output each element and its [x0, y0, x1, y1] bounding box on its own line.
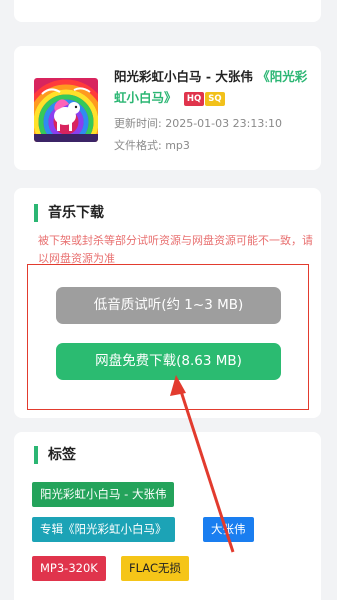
update-time: 更新时间: 2025-01-03 23:13:10: [114, 115, 282, 131]
update-time-label: 更新时间:: [114, 117, 162, 130]
download-notice: 被下架或封杀等部分试听资源与网盘资源可能不一致，请以网盘资源为准: [38, 234, 313, 265]
file-format: 文件格式: mp3: [114, 137, 190, 153]
download-section-title: 音乐下载: [34, 204, 104, 222]
tag-flac[interactable]: FLAC无损: [121, 556, 189, 581]
file-format-value: mp3: [165, 139, 190, 152]
tag-mp3[interactable]: MP3-320K: [32, 556, 106, 581]
song-name: 阳光彩虹小白马 - 大张伟: [114, 69, 253, 84]
tags-section-title: 标签: [34, 446, 76, 464]
hq-badge: HQ: [183, 92, 205, 106]
update-time-value: 2025-01-03 23:13:10: [165, 117, 283, 130]
sq-badge: SQ: [205, 92, 225, 106]
previous-card: [14, 0, 321, 22]
tag-artist[interactable]: 大张伟: [203, 517, 254, 542]
file-format-label: 文件格式:: [114, 139, 162, 152]
song-title: 阳光彩虹小白马 - 大张伟 《阳光彩虹小白马》 HQ SQ: [114, 66, 310, 108]
song-info-card: 阳光彩虹小白马 - 大张伟 《阳光彩虹小白马》 HQ SQ 更新时间: 2025-…: [14, 46, 321, 170]
annotation-highlight-box: [27, 264, 309, 410]
tag-album[interactable]: 专辑《阳光彩虹小白马》: [32, 517, 175, 542]
preview-button[interactable]: 低音质试听(约 1~3 MB): [56, 287, 281, 324]
cloud-download-button[interactable]: 网盘免费下载(8.63 MB): [56, 343, 281, 380]
tag-song[interactable]: 阳光彩虹小白马 - 大张伟: [32, 482, 175, 507]
album-cover[interactable]: [34, 78, 98, 142]
